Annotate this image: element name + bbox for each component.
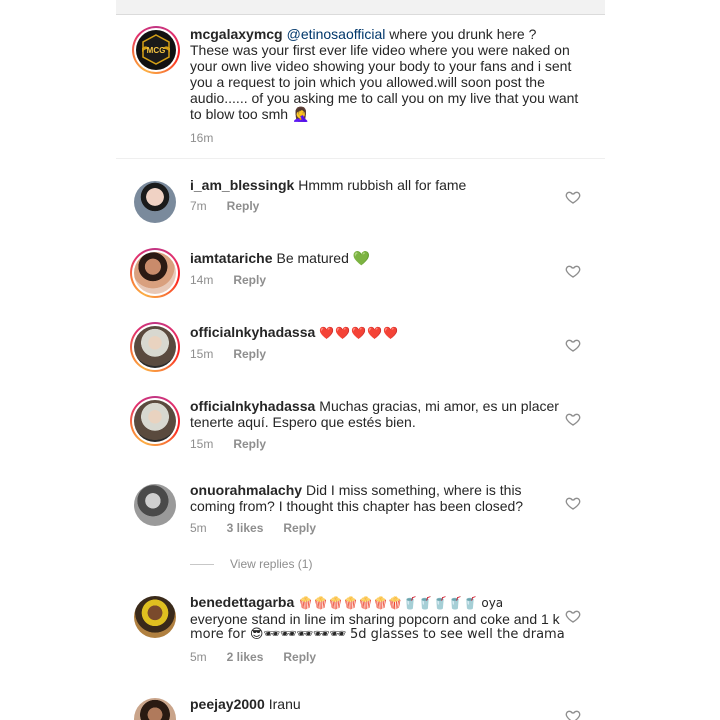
- comment-text: Iranu: [268, 696, 301, 712]
- caption-line: to blow too smh 🤦‍♀️: [190, 106, 310, 122]
- comment-meta: 5m 2 likes Reply: [190, 650, 336, 664]
- caption-text: mcgalaxymcg @etinosaofficial where you dr…: [190, 26, 600, 122]
- comment-time: 15m: [190, 347, 214, 361]
- top-divider-bar: [116, 0, 605, 15]
- like-heart-icon[interactable]: [565, 608, 581, 624]
- mcg-logo-icon: MCG: [136, 30, 176, 70]
- commenter-avatar[interactable]: [134, 698, 176, 720]
- caption-line: you a request to join which you allowed.…: [190, 74, 545, 90]
- comment-username[interactable]: officialnkyhadassa: [190, 324, 315, 340]
- comment-text: ❤️❤️❤️❤️❤️: [319, 326, 399, 340]
- reply-button[interactable]: Reply: [233, 437, 266, 451]
- comment-time: 15m: [190, 437, 214, 451]
- caption-avatar[interactable]: MCG: [132, 26, 180, 74]
- comment-text: Be matured 💚: [276, 250, 371, 266]
- caption-comment: MCG mcgalaxymcg @etinosaofficial where yo…: [116, 14, 605, 159]
- caption-line: audio...... of you asking me to call you…: [190, 90, 579, 106]
- caption-line: your own live video showing your body to…: [190, 58, 572, 74]
- like-heart-icon[interactable]: [565, 411, 581, 427]
- comment-username[interactable]: officialnkyhadassa: [190, 398, 315, 414]
- commenter-avatar[interactable]: [130, 322, 180, 372]
- comment-text-line3: more for 😎🕶🕶🕶🕶🕶 5d glasses to see well t…: [190, 627, 565, 642]
- comment-meta: 15m Reply: [190, 437, 286, 451]
- view-replies-link[interactable]: View replies (1): [190, 557, 312, 571]
- comment-meta: 5m 3 likes Reply: [190, 521, 336, 535]
- reply-button[interactable]: Reply: [283, 650, 316, 664]
- caption-meta: 16m: [190, 131, 233, 145]
- view-replies-text[interactable]: View replies (1): [230, 557, 312, 571]
- comment-time: 14m: [190, 273, 214, 287]
- commenter-avatar[interactable]: [134, 596, 176, 638]
- comment-meta: 15m Reply: [190, 347, 286, 361]
- comment-username[interactable]: benedettagarba: [190, 594, 294, 610]
- comment-text: Did I miss something, where is this: [306, 482, 522, 498]
- comment-username[interactable]: i_am_blessingk: [190, 177, 294, 193]
- caption-username[interactable]: mcgalaxymcg: [190, 26, 283, 42]
- like-heart-icon[interactable]: [565, 495, 581, 511]
- commenter-avatar[interactable]: [134, 181, 176, 223]
- comment-text-line2: everyone stand in line im sharing popcor…: [190, 611, 560, 627]
- comment-text-line2: coming from? I thought this chapter has …: [190, 498, 524, 514]
- reply-button[interactable]: Reply: [233, 273, 266, 287]
- comment-text: Muchas gracias, mi amor, es un placer: [319, 398, 559, 414]
- comment-body: iamtatariche Be matured 💚: [190, 250, 570, 266]
- like-heart-icon[interactable]: [565, 337, 581, 353]
- reply-button[interactable]: Reply: [233, 347, 266, 361]
- comment-body: peejay2000 Iranu: [190, 696, 580, 712]
- commenter-avatar[interactable]: [130, 248, 180, 298]
- comment-username[interactable]: iamtatariche: [190, 250, 272, 266]
- comment-username[interactable]: onuorahmalachy: [190, 482, 302, 498]
- comment-time: 5m: [190, 521, 207, 535]
- comment-body: onuorahmalachy Did I miss something, wher…: [190, 482, 580, 514]
- comment-meta: 14m Reply: [190, 273, 286, 287]
- caption-time: 16m: [190, 131, 214, 145]
- comment-username[interactable]: peejay2000: [190, 696, 265, 712]
- likes-count[interactable]: 3 likes: [227, 521, 264, 535]
- caption-line: where you drunk here ?: [389, 26, 537, 42]
- likes-count[interactable]: 2 likes: [227, 650, 264, 664]
- comment-time: 7m: [190, 199, 207, 213]
- like-heart-icon[interactable]: [565, 708, 581, 720]
- like-heart-icon[interactable]: [565, 263, 581, 279]
- reply-button[interactable]: Reply: [227, 199, 260, 213]
- comment-text: 🍿🍿🍿🍿🍿🍿🍿🥤🥤🥤🥤🥤 oya: [298, 596, 504, 610]
- comments-feed[interactable]: MCG mcgalaxymcg @etinosaofficial where yo…: [116, 14, 605, 720]
- comment-text: Hmmm rubbish all for fame: [298, 177, 467, 193]
- comment-time: 5m: [190, 650, 207, 664]
- commenter-avatar[interactable]: [134, 484, 176, 526]
- comment-meta: 7m Reply: [190, 199, 279, 213]
- comment-body: officialnkyhadassa ❤️❤️❤️❤️❤️: [190, 324, 570, 341]
- replies-divider: [190, 564, 214, 566]
- like-heart-icon[interactable]: [565, 189, 581, 205]
- comment-body: benedettagarba 🍿🍿🍿🍿🍿🍿🍿🥤🥤🥤🥤🥤 oya everyone …: [190, 594, 580, 643]
- comment-body: officialnkyhadassa Muchas gracias, mi amo…: [190, 398, 580, 430]
- caption-line: These was your first ever life video whe…: [190, 42, 570, 58]
- commenter-avatar[interactable]: [130, 396, 180, 446]
- caption-mention[interactable]: @etinosaofficial: [287, 26, 386, 42]
- logo-text: MCG: [147, 46, 166, 55]
- reply-button[interactable]: Reply: [283, 521, 316, 535]
- comment-text-line2: tenerte aquí. Espero que estés bien.: [190, 414, 416, 430]
